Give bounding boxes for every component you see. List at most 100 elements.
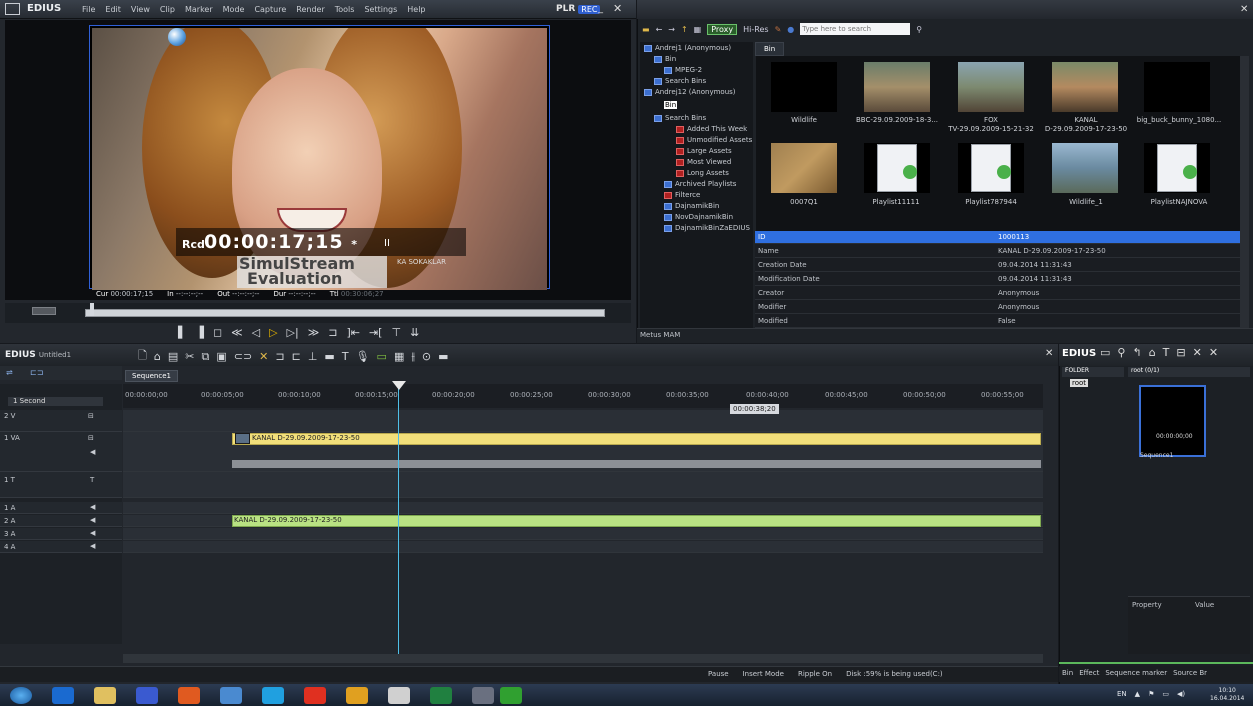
timescale-select[interactable]: 1 Second [8, 397, 103, 406]
back-icon[interactable]: ← [656, 25, 663, 34]
close-icon[interactable]: ✕ [613, 2, 622, 15]
speaker-icon[interactable]: ◀ [90, 529, 95, 537]
menu-mode[interactable]: Mode [223, 5, 245, 14]
menu-capture[interactable]: Capture [254, 5, 286, 14]
track-lock-icon[interactable]: ⊟ [88, 412, 94, 420]
menu-file[interactable]: File [82, 5, 95, 14]
audio-clip[interactable] [232, 515, 1041, 527]
playhead-line[interactable] [398, 384, 399, 654]
thumb-wildlife[interactable] [771, 62, 837, 112]
edit-icon[interactable]: ✎ [775, 25, 782, 34]
scrub-handle[interactable] [90, 303, 95, 316]
tree-item[interactable]: MPEG-2 [664, 66, 702, 74]
tab-bin[interactable]: Bin [1062, 669, 1073, 679]
link-icon[interactable]: ⊂⊃ [234, 350, 252, 363]
tree-item[interactable]: NovDajnamikBin [664, 213, 733, 221]
menu-marker[interactable]: Marker [185, 5, 213, 14]
step-forward-icon[interactable]: ▷| [287, 326, 299, 339]
playhead-handle[interactable] [392, 381, 406, 390]
open-icon[interactable]: ⌂ [1149, 346, 1156, 359]
tree-item[interactable]: Andrej1 (Anonymous) [644, 44, 731, 52]
close-icon[interactable]: ✕ [1240, 4, 1248, 15]
tray-arrow-icon[interactable]: ▲ [1135, 690, 1140, 698]
track-row[interactable] [123, 528, 1043, 540]
network-icon[interactable]: ▭ [1162, 690, 1169, 698]
thumb-bbc[interactable] [864, 62, 930, 112]
play-icon[interactable]: ▷ [269, 326, 277, 339]
title-icon[interactable]: T [1163, 346, 1170, 359]
thumb-playlist787944[interactable] [958, 143, 1024, 193]
fast-forward-icon[interactable]: ≫ [308, 326, 320, 339]
layout-icon[interactable]: ▬ [438, 350, 448, 363]
speaker-icon[interactable]: ◀ [90, 542, 95, 550]
mic-icon[interactable]: 🎙 [356, 350, 370, 363]
paint-icon[interactable] [472, 687, 494, 704]
copy-icon[interactable]: ⧉ [201, 350, 209, 364]
office-icon[interactable] [304, 687, 326, 704]
search-options-icon[interactable]: ⚲ [916, 25, 922, 34]
tree-item[interactable]: Search Bins [654, 77, 706, 85]
tree-item[interactable]: Archived Playlists [664, 180, 736, 188]
paste-icon[interactable]: ▣ [216, 350, 226, 363]
menu-render[interactable]: Render [296, 5, 324, 14]
close-icon[interactable]: ✕ [1045, 348, 1053, 359]
new-folder-icon[interactable]: ▭ [1100, 346, 1110, 359]
track-header-1va[interactable]: 1 VA ⊟ ◀ [0, 432, 122, 472]
edius-task-icon[interactable] [500, 687, 522, 704]
tab-sequence-marker[interactable]: Sequence marker [1105, 669, 1167, 679]
shuttle-button[interactable] [32, 307, 56, 315]
property-row[interactable]: Creator Anonymous [755, 287, 1240, 300]
record-icon[interactable]: ⊙ [422, 350, 431, 363]
tree-item[interactable]: DajnamikBinZaEDIUS [664, 224, 750, 232]
sync-lock-icon[interactable]: ⊏⊐ [30, 368, 43, 377]
proxy-button[interactable]: Proxy [707, 23, 738, 35]
property-row[interactable]: Modifier Anonymous [755, 301, 1240, 314]
bin-scrollbar[interactable] [1240, 56, 1249, 328]
grid-icon[interactable]: ▦ [394, 350, 404, 363]
menu-help[interactable]: Help [407, 5, 425, 14]
property-row[interactable]: Modified False [755, 315, 1240, 328]
tab-source-browser[interactable]: Source Br [1173, 669, 1207, 679]
volume-icon[interactable]: ◀) [1177, 690, 1185, 698]
track-row[interactable] [123, 472, 1043, 498]
tree-item[interactable]: Search Bins [654, 114, 706, 122]
tree-item[interactable]: Bin [654, 55, 676, 63]
set-in-icon[interactable]: ▌ [178, 326, 186, 339]
tree-item[interactable]: DajnamikBin [664, 202, 719, 210]
tab-bin[interactable]: Bin [755, 42, 785, 56]
thumb-0007q1[interactable] [771, 143, 837, 193]
marker-icon[interactable]: ⊥ [308, 350, 318, 363]
track-lock-icon[interactable]: ⊟ [88, 434, 94, 442]
forward-icon[interactable]: → [668, 25, 675, 34]
up-folder-icon[interactable]: ↰ [1132, 346, 1141, 359]
cut-icon[interactable]: ✂ [185, 350, 194, 363]
replace-icon[interactable]: ⊤ [391, 326, 401, 339]
start-icon[interactable] [10, 687, 32, 704]
meter-icon[interactable]: ▬ [324, 350, 334, 363]
menu-tools[interactable]: Tools [335, 5, 355, 14]
chat-icon[interactable]: ⊟ [1176, 346, 1185, 359]
status-insert-mode[interactable]: Insert Mode [743, 670, 784, 678]
stop-icon[interactable]: ◻ [213, 326, 222, 339]
track-row[interactable] [123, 502, 1043, 514]
tab-effect[interactable]: Effect [1079, 669, 1099, 679]
thumb-playlist11111[interactable] [864, 143, 930, 193]
loop-icon[interactable]: ⊐ [328, 326, 337, 339]
plr-label[interactable]: PLR [556, 4, 575, 14]
info-icon[interactable]: ● [787, 25, 794, 34]
thumb-kanal[interactable] [1052, 62, 1118, 112]
insert-icon[interactable]: ]⇤ [346, 326, 360, 339]
tool-icon[interactable] [388, 687, 410, 704]
mode-switch[interactable]: PLR REC [556, 4, 601, 14]
up-icon[interactable]: ↑ [681, 25, 688, 34]
ie-icon[interactable] [52, 687, 74, 704]
tree-item[interactable]: Most Viewed [676, 158, 731, 166]
track-header-3a[interactable]: 3 A ◀ [0, 528, 122, 540]
track-row[interactable] [123, 541, 1043, 553]
track-header-2v[interactable]: 2 V ⊟ [0, 410, 122, 432]
track-header-1a[interactable]: 1 A ◀ [0, 502, 122, 514]
language-indicator[interactable]: EN [1117, 690, 1127, 698]
firefox-icon[interactable] [178, 687, 200, 704]
tree-item[interactable]: Added This Week [676, 125, 747, 133]
speaker-icon[interactable]: ◀ [90, 503, 95, 511]
